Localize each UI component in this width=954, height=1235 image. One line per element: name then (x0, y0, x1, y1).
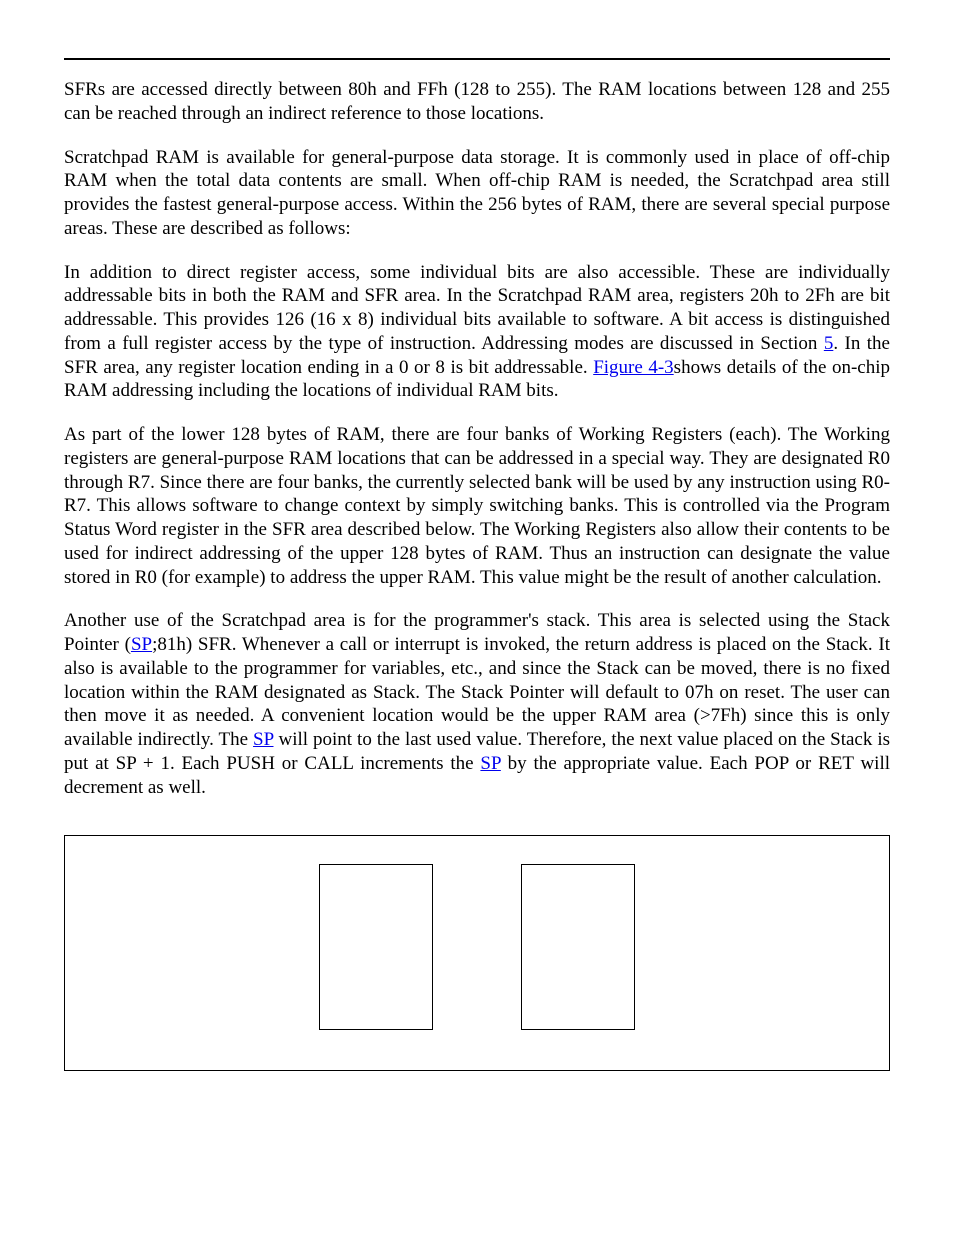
sp-link[interactable]: SP (131, 634, 152, 655)
figure-row (93, 864, 861, 1030)
paragraph-scratchpad-intro: Scratchpad RAM is available for general-… (64, 146, 890, 241)
paragraph-working-registers: As part of the lower 128 bytes of RAM, t… (64, 423, 890, 589)
paragraph-sfr-access: SFRs are accessed directly between 80h a… (64, 78, 890, 126)
figure-container (64, 835, 890, 1071)
paragraph-bit-addressable: In addition to direct register access, s… (64, 261, 890, 404)
page-content: SFRs are accessed directly between 80h a… (0, 0, 954, 1131)
paragraph-stack: Another use of the Scratchpad area is fo… (64, 609, 890, 799)
sp-link[interactable]: SP (480, 753, 500, 774)
figure-4-3-link[interactable]: Figure 4-3 (593, 357, 673, 378)
section-5-link[interactable]: 5 (824, 333, 834, 354)
text-segment: In addition to direct register access, s… (64, 262, 890, 354)
figure-box-right (521, 864, 635, 1030)
figure-box-left (319, 864, 433, 1030)
sp-link[interactable]: SP (253, 729, 273, 750)
top-rule (64, 58, 890, 60)
